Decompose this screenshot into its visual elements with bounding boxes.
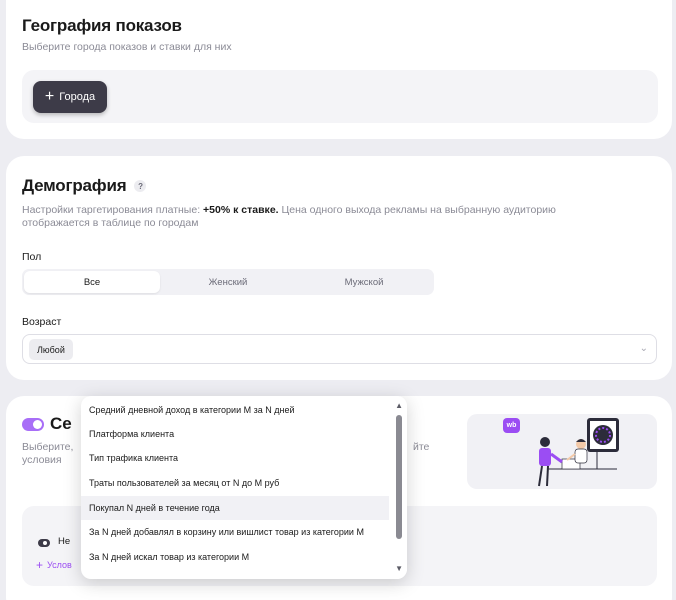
dropdown-item[interactable]: За N дней искал товар из категории M [81,545,389,569]
add-city-button[interactable]: + Города [33,81,107,113]
segments-desc-line2: условия [22,454,62,466]
demography-description: Настройки таргетирования платные: +50% к… [22,204,602,230]
demography-title: Демография [22,176,127,195]
demography-card: Демография ? Настройки таргетирования пл… [6,156,672,380]
desc-bold: +50% к ставке. [203,204,279,216]
segments-toggle[interactable] [22,418,44,431]
gender-option-male[interactable]: Мужской [296,271,432,293]
demography-title-row: Демография ? [22,176,147,196]
include-toggle-label: Не [58,536,71,547]
segments-desc-line1: Выберите, [22,441,74,453]
help-icon[interactable]: ? [134,180,147,192]
condition-dropdown: Средний дневной доход в категории M за N… [81,396,407,579]
dropdown-item[interactable]: Платформа клиента [81,422,389,446]
scroll-down-arrow-icon[interactable]: ▼ [395,564,403,573]
dropdown-item[interactable]: За N дней добавлял в корзину или вишлист… [81,520,389,544]
plus-icon: + [44,88,55,105]
add-condition-link[interactable]: + Услов [36,558,72,572]
desc-line2: отображается в таблице по городам [22,217,199,229]
plus-icon: + [36,558,44,572]
dropdown-scrollbar[interactable]: ▲ ▼ [391,396,407,579]
segments-illustration: wb [467,414,657,489]
add-condition-label: Услов [47,560,72,570]
dropdown-item-hovered[interactable]: Покупал N дней в течение года [81,496,389,520]
gender-option-all[interactable]: Все [24,271,160,293]
scroll-up-arrow-icon[interactable]: ▲ [395,401,403,410]
desc-prefix: Настройки таргетирования платные: [22,204,204,216]
dropdown-item[interactable]: Средний дневной доход в категории M за N… [81,398,389,422]
wb-logo: wb [503,418,520,433]
geography-subtitle: Выберите города показов и ставки для них [22,41,232,53]
age-label: Возраст [22,316,62,328]
age-chip[interactable]: Любой [29,339,73,360]
gender-segmented-control: Все Женский Мужской [22,269,434,295]
include-toggle[interactable] [38,539,50,547]
segments-title: Се [50,414,72,433]
desc-suffix: Цена одного выхода рекламы на выбранную … [278,204,556,216]
geography-title: География показов [22,16,182,35]
chevron-down-icon: ⌄ [639,343,648,354]
add-city-label: Города [59,91,96,103]
dropdown-item[interactable]: Тип трафика клиента [81,446,389,470]
gender-label: Пол [22,251,42,263]
age-select[interactable]: Любой ⌄ [22,334,657,364]
segments-desc-tail: йте [413,441,430,453]
gender-option-female[interactable]: Женский [160,271,296,293]
dropdown-item[interactable]: Траты пользователей за месяц от N до M р… [81,471,389,495]
scrollbar-thumb[interactable] [396,415,402,539]
cities-panel: + Города [22,70,658,123]
people-illustration [538,418,619,487]
geography-card: География показов Выберите города показо… [6,0,672,139]
